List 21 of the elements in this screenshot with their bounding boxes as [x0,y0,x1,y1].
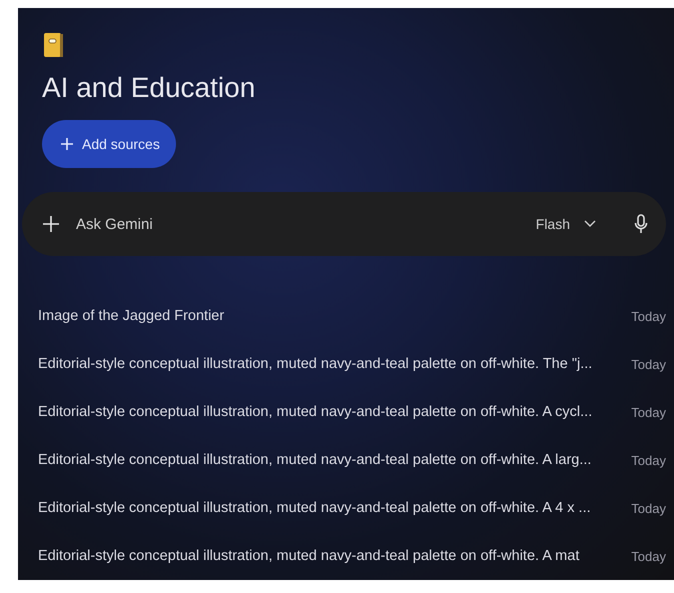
note-title[interactable]: Editorial-style conceptual illustration, muted navy-and-teal palette on off-white. A mat [38,548,628,564]
microphone-icon[interactable] [632,212,650,236]
notebook-icon [44,32,64,58]
notebook-title: AI and Education [42,72,256,104]
note-date: Today [631,308,666,324]
add-sources-button[interactable]: Add sources [42,120,176,168]
note-date: Today [631,500,666,516]
note-date: Today [631,356,666,372]
note-title[interactable]: Editorial-style conceptual illustration, muted navy-and-teal palette on off-white. A 4 x ... [38,500,628,516]
ask-field[interactable]: Ask Gemini Flash [22,192,666,256]
note-date: Today [631,548,666,564]
plus-icon[interactable] [42,215,60,233]
chevron-down-icon [584,220,596,228]
note-date: Today [631,452,666,468]
note-date: Today [631,404,666,420]
note-title[interactable]: Image of the Jagged Frontier [38,308,628,324]
plus-icon [60,137,74,151]
note-title[interactable]: Editorial-style conceptual illustration, muted navy-and-teal palette on off-white. A larg... [38,452,628,468]
note-title[interactable]: Editorial-style conceptual illustration, muted navy-and-teal palette on off-white. The "j... [38,356,628,372]
note-title[interactable]: Editorial-style conceptual illustration, muted navy-and-teal palette on off-white. A cycl... [38,404,628,420]
model-selector[interactable]: Flash [532,212,600,236]
